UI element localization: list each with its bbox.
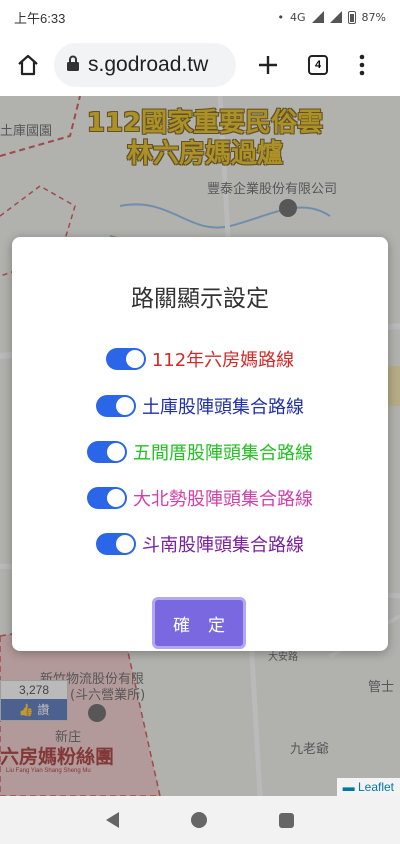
signal-icon-2 [329,11,342,23]
network-label: 4G [290,10,306,24]
route-label-liufang: 112年六房媽路線 [151,350,295,371]
attribution-link[interactable]: Leaflet [358,780,394,794]
confirm-button[interactable]: 確定 [152,597,246,649]
lock-icon [66,55,80,75]
tab-count: 4 [308,55,328,75]
route-row-wujiancuo[interactable]: 五間厝股陣頭集合路線 [12,439,388,465]
route-label-tuku: 土庫股陣頭集合路線 [142,397,304,418]
browser-toolbar: s.godroad.tw 4 [0,34,400,96]
flag-icon: ▬ [342,780,355,794]
more-menu-icon[interactable] [344,47,380,83]
status-icons: • 4G 87% [277,10,386,24]
route-settings-dialog: 路關顯示設定 112年六房媽路線 土庫股陣頭集合路線 五間厝股陣頭集合路線 大北… [12,237,388,651]
route-row-tuku[interactable]: 土庫股陣頭集合路線 [12,393,388,419]
dot-icon: • [277,10,285,24]
status-bar: 上午6:33 • 4G 87% [0,0,400,34]
route-row-dabeishi[interactable]: 大北勢股陣頭集合路線 [12,485,388,511]
status-time: 上午6:33 [14,10,66,26]
new-tab-icon[interactable] [250,47,286,83]
tab-switcher-button[interactable]: 4 [300,47,336,83]
recent-apps-icon[interactable] [279,812,294,828]
home-icon[interactable] [10,47,46,83]
home-circle-icon[interactable] [191,812,207,828]
route-label-dounan: 斗南股陣頭集合路線 [142,535,304,556]
url-text: s.godroad.tw [88,53,209,76]
route-toggle-tuku[interactable] [96,395,136,417]
back-icon[interactable] [106,812,119,828]
dialog-title: 路關顯示設定 [131,286,269,312]
battery-percent: 87% [361,10,386,24]
route-toggle-dounan[interactable] [96,533,136,555]
route-label-dabeishi: 大北勢股陣頭集合路線 [133,489,313,510]
route-toggle-wujiancuo[interactable] [87,441,127,463]
route-row-liufang[interactable]: 112年六房媽路線 [12,346,388,372]
battery-icon [347,10,356,24]
signal-icon [311,11,324,23]
address-bar[interactable]: s.godroad.tw [54,43,236,87]
route-toggle-liufang[interactable] [105,348,146,370]
leaflet-attribution[interactable]: ▬ Leaflet [336,778,400,796]
route-row-dounan[interactable]: 斗南股陣頭集合路線 [12,531,388,557]
route-label-wujiancuo: 五間厝股陣頭集合路線 [133,443,313,464]
android-nav-bar [0,796,400,844]
route-toggle-dabeishi[interactable] [87,487,127,509]
